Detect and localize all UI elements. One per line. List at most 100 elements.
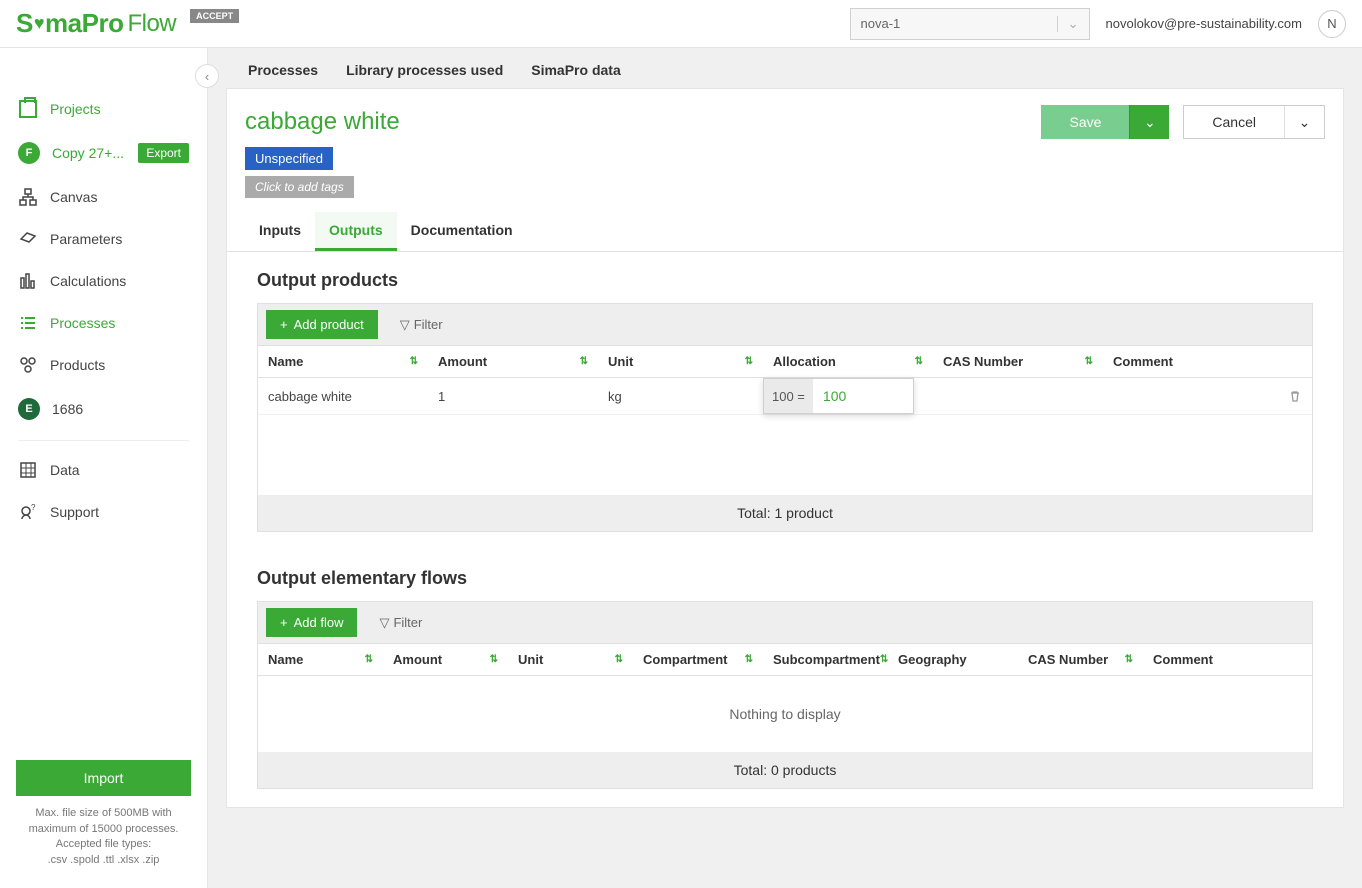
avatar[interactable]: N [1318,10,1346,38]
cell-allocation: 100 = [763,378,933,414]
processes-icon [18,314,38,332]
section-title-products: Output products [257,270,1313,291]
col-unit[interactable]: Unit⇅ [598,346,763,377]
filter-flows-button[interactable]: ▽Filter [369,609,432,637]
sort-icon: ⇅ [915,356,923,367]
tag-unspecified[interactable]: Unspecified [245,147,333,170]
leaf-icon: ♥ [34,13,44,34]
col-subcompartment[interactable]: Subcompartment⇅ [763,644,888,675]
inner-tabs: Inputs Outputs Documentation [227,212,1343,252]
sort-icon: ⇅ [1085,356,1093,367]
add-flow-button[interactable]: +Add flow [266,608,357,637]
tab-simapro-data[interactable]: SimaPro data [531,62,620,78]
header: S♥maPro Flow ACCEPT nova-1 ⌄ novolokov@p… [0,0,1362,48]
project-select[interactable]: nova-1 ⌄ [850,8,1090,40]
sort-icon: ⇅ [615,654,623,665]
sort-icon: ⇅ [365,654,373,665]
content-card: cabbage white Save ⌄ Cancel ⌄ Unspecifie… [226,88,1344,808]
plus-icon: + [280,615,288,630]
accept-badge: ACCEPT [190,9,239,23]
products-total: Total: 1 product [258,495,1312,531]
flows-table: +Add flow ▽Filter Name⇅ Amount⇅ Unit⇅ Co… [257,601,1313,789]
filter-icon: ▽ [379,615,389,631]
nav-1686[interactable]: E 1686 [0,386,207,432]
col-cas[interactable]: CAS Number⇅ [933,346,1103,377]
save-button[interactable]: Save ⌄ [1041,105,1169,139]
logo-s: S [16,8,33,39]
col-amount[interactable]: Amount⇅ [383,644,508,675]
cell-unit: kg [598,378,763,414]
filter-icon: ▽ [400,317,410,333]
col-unit[interactable]: Unit⇅ [508,644,633,675]
add-tags-button[interactable]: Click to add tags [245,176,354,198]
sort-icon: ⇅ [410,356,418,367]
table-row[interactable]: cabbage white 1 kg 100 = [258,378,1312,415]
trash-icon[interactable] [1288,389,1302,403]
sort-icon: ⇅ [1125,654,1133,665]
products-icon [18,356,38,374]
flows-empty: Nothing to display [258,676,1312,752]
tab-library-processes[interactable]: Library processes used [346,62,503,78]
sort-icon: ⇅ [745,356,753,367]
chevron-down-icon[interactable]: ⌄ [1129,105,1169,139]
support-icon: ? [18,503,38,521]
allocation-input[interactable] [813,379,913,413]
products-table: +Add product ▽Filter Name⇅ Amount⇅ Unit⇅… [257,303,1313,532]
nav-projects[interactable]: Projects [0,88,207,130]
logo-rest: maPro [45,8,123,39]
sort-icon: ⇅ [580,356,588,367]
nav-support[interactable]: ? Support [0,491,207,533]
nav-processes[interactable]: Processes [0,302,207,344]
user-email: novolokov@pre-sustainability.com [1106,16,1303,31]
nav-parameters[interactable]: Parameters [0,218,207,260]
cell-comment [1103,378,1312,414]
cell-name: cabbage white [258,378,428,414]
col-name[interactable]: Name⇅ [258,346,428,377]
import-note: Max. file size of 500MB with maximum of … [16,806,191,868]
col-geography[interactable]: Geography [888,644,1018,675]
page-title: cabbage white [245,108,400,136]
col-comment[interactable]: Comment [1143,644,1312,675]
filter-products-button[interactable]: ▽Filter [390,311,453,339]
nav-copy[interactable]: F Copy 27+... Export [0,130,207,176]
logo: S♥maPro Flow ACCEPT [16,8,239,39]
col-compartment[interactable]: Compartment⇅ [633,644,763,675]
nav-calculations[interactable]: Calculations [0,260,207,302]
cell-amount: 1 [428,378,598,414]
sort-icon: ⇅ [745,654,753,665]
add-product-button[interactable]: +Add product [266,310,378,339]
main: Processes Library processes used SimaPro… [208,48,1362,888]
allocation-label: 100 = [764,389,813,404]
data-icon [18,461,38,479]
allocation-editor: 100 = [763,378,914,414]
tab-processes[interactable]: Processes [248,62,318,78]
chevron-down-icon: ⌄ [1057,16,1079,32]
chevron-down-icon[interactable]: ⌄ [1284,106,1324,138]
collapse-sidebar-button[interactable]: ‹ [195,64,219,88]
import-button[interactable]: Import [16,760,191,796]
col-allocation[interactable]: Allocation⇅ [763,346,933,377]
project-select-value: nova-1 [861,16,901,31]
projects-icon [18,100,38,118]
tab-outputs[interactable]: Outputs [315,212,397,251]
cell-cas [933,378,1103,414]
nav-data[interactable]: Data [0,449,207,491]
sidebar: ‹ Projects F Copy 27+... Export Canvas P… [0,48,208,888]
sort-icon: ⇅ [490,654,498,665]
tab-documentation[interactable]: Documentation [397,212,527,251]
nav-products[interactable]: Products [0,344,207,386]
cancel-button[interactable]: Cancel ⌄ [1183,105,1325,139]
svg-text:?: ? [31,503,36,512]
calculations-icon [18,272,38,290]
plus-icon: + [280,317,288,332]
tab-inputs[interactable]: Inputs [245,212,315,251]
col-cas[interactable]: CAS Number⇅ [1018,644,1143,675]
nav-canvas[interactable]: Canvas [0,176,207,218]
divider [18,440,189,441]
e-badge-icon: E [18,398,40,420]
col-name[interactable]: Name⇅ [258,644,383,675]
col-amount[interactable]: Amount⇅ [428,346,598,377]
export-button[interactable]: Export [138,143,189,163]
logo-flow: Flow [127,10,176,38]
col-comment[interactable]: Comment [1103,346,1312,377]
